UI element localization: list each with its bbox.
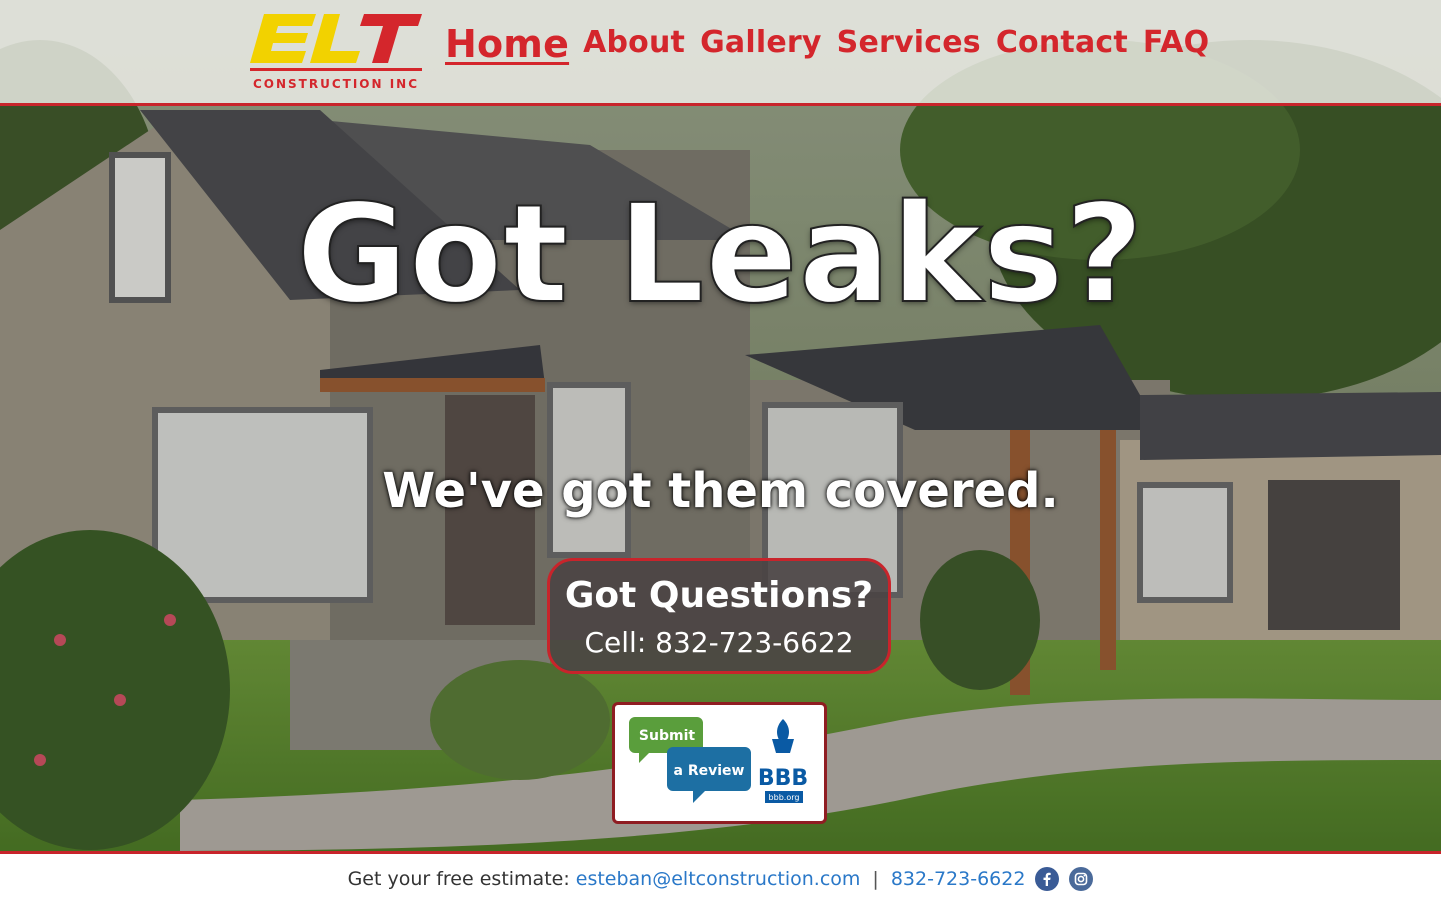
nav-home[interactable]: Home [445,22,569,66]
badge-line2: a Review [674,763,745,779]
questions-callout[interactable]: Got Questions? Cell: 832-723-6622 [547,558,891,674]
footer-separator: | [872,868,879,890]
footer-estimate-label: Get your free estimate: [347,868,570,890]
facebook-icon[interactable] [1035,867,1060,891]
nav-gallery[interactable]: Gallery [700,25,822,60]
nav-faq[interactable]: FAQ [1143,25,1209,60]
instagram-icon[interactable] [1069,867,1094,891]
nav-about[interactable]: About [583,25,685,60]
bbb-review-badge[interactable]: Submit a Review BBB bbb.org [612,702,827,824]
elt-construction-logo[interactable]: CONSTRUCTION INC [250,10,422,94]
nav-contact[interactable]: Contact [996,25,1128,60]
main-nav: Home About Gallery Services Contact FAQ [445,22,1224,66]
svg-text:CONSTRUCTION INC: CONSTRUCTION INC [253,77,419,91]
callout-heading: Got Questions? [564,575,874,616]
site-header: CONSTRUCTION INC Home About Gallery Serv… [0,0,1441,106]
footer-email-link[interactable]: esteban@eltconstruction.com [576,868,861,890]
hero-title: Got Leaks? [295,176,1145,334]
bbb-torch-icon [772,719,794,753]
callout-phone[interactable]: Cell: 832-723-6622 [550,625,888,661]
badge-line1: Submit [639,728,695,744]
footer-phone-link[interactable]: 832-723-6622 [891,868,1026,890]
nav-services[interactable]: Services [837,25,981,60]
hero-subtitle: We've got them covered. [382,463,1059,519]
badge-brand: BBB [758,766,808,791]
footer-bar: Get your free estimate: esteban@eltconst… [0,851,1441,904]
badge-site: bbb.org [769,793,800,802]
bbb-review-graphic: Submit a Review BBB bbb.org [629,717,808,803]
